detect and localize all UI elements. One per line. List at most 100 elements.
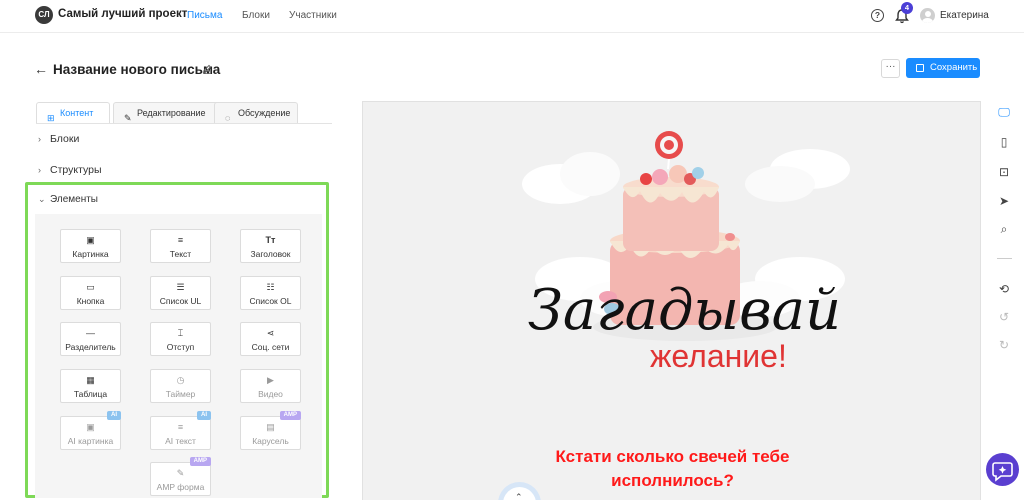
element-label: Список UL — [159, 296, 202, 306]
divider-icon: — — [86, 328, 95, 338]
element-label: AI текст — [165, 436, 196, 446]
video-icon: ▶ — [267, 375, 274, 385]
element-label: Заголовок — [250, 249, 291, 259]
back-arrow-icon[interactable]: ← — [34, 61, 48, 77]
amp-tag: AMP — [279, 411, 301, 420]
element-label: Разделитель — [65, 342, 116, 352]
pencil-icon: ✎ — [124, 113, 132, 123]
element-image[interactable]: ▣ Картинка — [60, 229, 121, 263]
element-amp-form[interactable]: AMP ✎ AMP форма — [150, 457, 211, 496]
button-icon: ▭ — [86, 282, 95, 292]
code-icon[interactable]: ⊡ — [996, 164, 1012, 180]
redo-icon[interactable]: ↻ — [996, 337, 1012, 353]
element-text[interactable]: ≡ Текст — [150, 229, 211, 263]
section-blocks-label: Блоки — [50, 133, 80, 145]
section-structures-label: Структуры — [50, 164, 102, 176]
element-spacer[interactable]: ⌶ Отступ — [150, 322, 211, 356]
bullet-list-icon: ☰ — [176, 282, 185, 292]
mobile-icon[interactable]: ▯ — [996, 134, 1012, 150]
project-name[interactable]: Самый лучший проект — [58, 8, 187, 20]
element-heading[interactable]: Tт Заголовок — [240, 229, 301, 263]
banner-wish-text: желание! — [650, 338, 787, 369]
chat-sparkle-icon — [992, 462, 1013, 482]
help-icon[interactable]: ? — [871, 9, 884, 22]
element-label: Карусель — [252, 436, 289, 446]
image-icon: ▣ — [86, 235, 95, 245]
nav-letters[interactable]: Письма — [187, 10, 222, 21]
chevron-right-icon: › — [38, 165, 41, 175]
element-ai-image[interactable]: AI ▣ AI картинка — [60, 411, 121, 450]
table-icon: ▦ — [86, 375, 95, 385]
element-divider[interactable]: — Разделитель — [60, 322, 121, 356]
section-structures[interactable]: › Структуры — [38, 164, 102, 176]
more-button[interactable]: ··· — [881, 59, 900, 78]
text-lines-icon: ≡ — [177, 235, 184, 245]
element-label: AMP форма — [156, 482, 205, 492]
cta-line-2: исполнилось? — [611, 471, 734, 490]
save-icon — [916, 64, 924, 72]
element-video[interactable]: ▶ Видео — [240, 369, 301, 403]
amp-tag: AMP — [189, 457, 211, 466]
section-elements-label: Элементы — [50, 194, 98, 205]
element-label: Картинка — [72, 249, 109, 259]
heading-icon: Tт — [265, 235, 276, 245]
cta-line-1: Кстати сколько свечей тебе — [555, 447, 790, 466]
text-lines-icon: ≡ — [177, 422, 184, 432]
nav-members[interactable]: Участники — [289, 10, 337, 21]
element-carousel[interactable]: AMP ▤ Карусель — [240, 411, 301, 450]
notification-badge: 4 — [901, 2, 913, 14]
element-list-ul[interactable]: ☰ Список UL — [150, 276, 211, 310]
ai-tag: AI — [197, 411, 211, 420]
element-list-ol[interactable]: ☷ Список OL — [240, 276, 301, 310]
chevron-right-icon: › — [38, 134, 41, 144]
chat-bubble-icon: ◌ — [225, 113, 231, 123]
element-ai-text[interactable]: AI ≡ AI текст — [150, 411, 211, 450]
element-label: Видео — [258, 389, 283, 399]
history-icon[interactable]: ⟲ — [996, 281, 1012, 297]
chevron-up-icon: ⌃ — [515, 492, 523, 500]
project-logo[interactable]: СЛ — [35, 6, 53, 24]
element-timer[interactable]: ◷ Таймер — [150, 369, 211, 403]
cake-banner-image: Загадывай желание! — [522, 131, 850, 369]
top-bar: СЛ Самый лучший проект Письма Блоки Учас… — [0, 0, 1024, 33]
search-doc-icon[interactable]: ⌕ — [996, 221, 1012, 237]
element-label: Соц. сети — [251, 342, 290, 352]
desktop-icon[interactable]: 🖵 — [996, 104, 1012, 120]
element-button[interactable]: ▭ Кнопка — [60, 276, 121, 310]
element-label: Таймер — [165, 389, 196, 399]
element-label: Текст — [169, 249, 192, 259]
tab-content[interactable]: ⊞ Контент — [36, 102, 110, 123]
tab-discussion[interactable]: ◌ Обсуждение — [214, 102, 298, 123]
element-label: Кнопка — [76, 296, 105, 306]
spacer-icon: ⌶ — [177, 328, 184, 338]
rail-divider — [997, 258, 1012, 259]
blocks-icon: ⊞ — [47, 113, 55, 123]
clock-icon: ◷ — [176, 375, 185, 385]
element-label: Отступ — [166, 342, 195, 352]
ai-tag: AI — [107, 411, 121, 420]
tab-content-label: Контент — [60, 108, 94, 118]
banner-script-text: Загадывай — [528, 278, 841, 343]
send-icon[interactable]: ➤ — [996, 193, 1012, 209]
email-preview[interactable]: Загадывай желание! Кстати сколько свечей… — [362, 101, 981, 500]
element-social[interactable]: ⋖ Соц. сети — [240, 322, 301, 356]
tab-discussion-label: Обсуждение — [238, 108, 291, 118]
share-icon: ⋖ — [266, 328, 275, 338]
chat-assistant-button[interactable] — [986, 453, 1019, 486]
section-blocks[interactable]: › Блоки — [38, 133, 79, 145]
element-label: Таблица — [73, 389, 108, 399]
page-title: Название нового письма — [53, 62, 221, 77]
avatar[interactable] — [920, 8, 935, 23]
element-table[interactable]: ▦ Таблица — [60, 369, 121, 403]
undo-icon[interactable]: ↺ — [996, 309, 1012, 325]
form-edit-icon: ✎ — [176, 468, 185, 478]
nav-blocks[interactable]: Блоки — [242, 10, 270, 21]
tabs-divider — [36, 123, 332, 124]
edit-title-icon[interactable] — [202, 64, 212, 74]
element-label: AI картинка — [67, 436, 114, 446]
save-button[interactable]: Сохранить — [906, 58, 980, 78]
image-icon: ▣ — [86, 422, 95, 432]
chevron-down-icon: ⌄ — [38, 194, 46, 204]
user-name[interactable]: Екатерина — [940, 10, 989, 21]
section-elements[interactable]: ⌄ Элементы — [38, 194, 98, 205]
